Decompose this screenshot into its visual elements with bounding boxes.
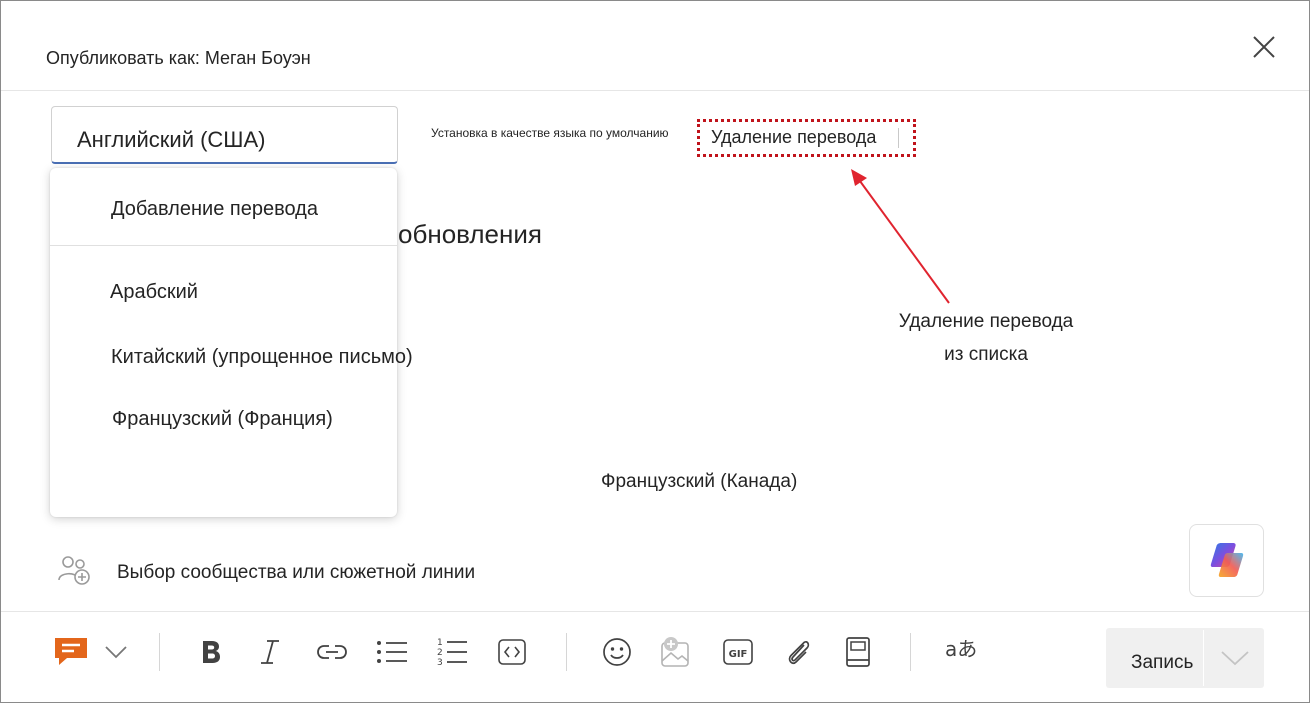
annotation-arrow xyxy=(851,169,950,304)
link-icon[interactable] xyxy=(315,634,349,670)
toolbar-separator xyxy=(566,633,567,671)
dialog-title: Опубликовать как: Меган Боуэн xyxy=(46,48,311,68)
button-edge-divider xyxy=(898,128,899,148)
annotation-line-1: Удаление перевода xyxy=(898,311,1074,332)
code-icon[interactable] xyxy=(495,634,529,670)
post-button[interactable]: Запись xyxy=(1131,652,1193,674)
add-translation-item[interactable]: Добавление перевода xyxy=(111,198,318,221)
dropdown-divider xyxy=(50,245,397,246)
copilot-button[interactable] xyxy=(1189,524,1264,597)
community-add-icon xyxy=(56,554,92,586)
chevron-down-icon[interactable] xyxy=(99,634,133,670)
add-image-icon[interactable] xyxy=(659,634,693,670)
translate-icon[interactable]: aあ xyxy=(943,634,983,670)
close-icon[interactable] xyxy=(1249,32,1279,62)
remove-translation-button[interactable]: Удаление перевода xyxy=(711,127,876,148)
annotation-line-2: из списка xyxy=(944,344,1028,365)
dropdown-item-french[interactable]: Французский (Франция) xyxy=(112,408,333,431)
language-dropdown: Добавление перевода Арабский Китайский (… xyxy=(50,168,413,517)
copilot-icon xyxy=(1210,543,1244,577)
numbered-digit-2: 2 xyxy=(437,648,443,658)
emoji-icon[interactable] xyxy=(600,634,634,670)
bullet-list-icon[interactable] xyxy=(375,634,409,670)
annotation-label: Удаление перевода из списка xyxy=(861,305,1111,371)
header-divider xyxy=(1,90,1309,91)
language-item-french-canada[interactable]: Французский (Канада) xyxy=(601,471,797,493)
toolbar-separator xyxy=(159,633,160,671)
toolbar-separator xyxy=(910,633,911,671)
post-button-split xyxy=(1203,630,1204,686)
bold-icon[interactable] xyxy=(194,634,228,670)
dropdown-item-chinese[interactable]: Китайский (упрощенное письмо) xyxy=(111,346,413,369)
gif-icon[interactable]: GIF xyxy=(721,634,755,670)
numbered-list-icon[interactable]: 1 2 3 xyxy=(435,634,469,670)
toolbar-divider xyxy=(1,611,1309,612)
italic-icon[interactable] xyxy=(253,634,287,670)
numbered-digit-1: 1 xyxy=(437,638,443,648)
language-select[interactable]: Английский (США) xyxy=(51,106,398,164)
gif-icon-text: GIF xyxy=(729,649,748,660)
numbered-digit-3: 3 xyxy=(437,658,443,668)
notebook-icon[interactable] xyxy=(841,634,875,670)
attach-icon[interactable] xyxy=(781,634,815,670)
post-dialog: Опубликовать как: Меган Боуэн Английский… xyxy=(0,0,1310,703)
post-options-chevron-icon[interactable] xyxy=(1207,632,1262,684)
community-selector[interactable]: Выбор сообщества или сюжетной линии xyxy=(117,562,475,584)
set-default-language-button[interactable]: Установка в качестве языка по умолчанию xyxy=(431,126,669,140)
dropdown-item-arabic[interactable]: Арабский xyxy=(110,281,198,304)
translate-glyph: aあ xyxy=(945,637,977,661)
background-heading: обновления xyxy=(398,219,542,249)
post-type-icon[interactable] xyxy=(51,634,91,670)
language-select-value: Английский (США) xyxy=(77,127,266,152)
